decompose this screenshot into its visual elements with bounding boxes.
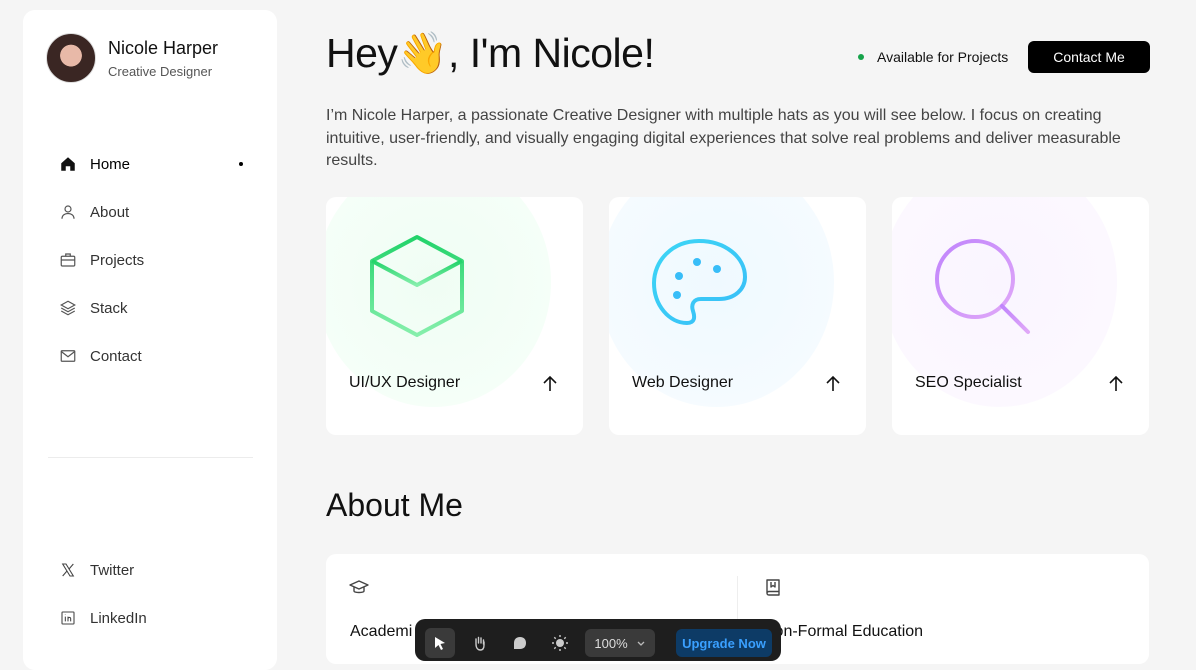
profile-name: Nicole Harper [108,37,219,58]
comment-tool-button[interactable] [505,628,535,658]
social-linkedin[interactable]: LinkedIn [58,594,243,642]
book-icon [766,579,780,596]
sidebar-item-contact[interactable]: Contact [58,332,243,380]
palette-icon [652,239,747,325]
mail-icon [58,346,78,366]
profile: Nicole Harper Creative Designer [46,33,218,83]
zoom-value: 100% [594,635,628,651]
profile-role: Creative Designer [108,63,213,79]
status-label: Available for Projects [877,49,1009,65]
service-label: SEO Specialist [915,374,1022,391]
availability-status: Available for Projects [858,49,1008,65]
avatar [46,33,96,83]
sun-icon [552,635,568,651]
sidebar-nav: Home About Projects Stack Contact [58,140,243,380]
service-card-uiux[interactable]: UI/UX Designer [326,197,583,435]
hero-title: Hey👋, I'm Nicole! [326,30,655,76]
sidebar-item-label: About [90,203,130,221]
active-indicator [239,162,243,166]
sidebar-item-label: Home [90,155,131,173]
status-dot [858,54,864,60]
editor-toolbar: 100% Upgrade Now [415,619,781,661]
contact-me-button[interactable]: Contact Me [1028,41,1150,73]
sidebar-divider [48,457,253,458]
social-label: Twitter [90,561,135,579]
arrow-up-icon [543,375,557,391]
sidebar-item-label: Stack [90,299,128,317]
sidebar-item-stack[interactable]: Stack [58,284,243,332]
social-links: Twitter LinkedIn [58,546,243,642]
service-card-web[interactable]: Web Designer [609,197,866,435]
about-title: About Me [326,487,463,523]
service-label: Web Designer [632,374,734,391]
social-twitter[interactable]: Twitter [58,546,243,594]
sidebar-item-home[interactable]: Home [58,140,243,188]
sidebar-item-about[interactable]: About [58,188,243,236]
about-column-title: Non-Formal Education [763,623,924,640]
theme-toggle-button[interactable] [545,628,575,658]
briefcase-icon [58,250,78,270]
select-tool-button[interactable] [425,628,455,658]
sidebar-item-label: Contact [90,347,142,365]
service-label: UI/UX Designer [349,374,461,391]
home-icon [58,154,78,174]
layers-icon [58,298,78,318]
arrow-up-icon [826,375,840,391]
chevron-down-icon [637,641,645,646]
linkedin-icon [58,608,78,628]
social-label: LinkedIn [90,609,147,627]
user-icon [58,202,78,222]
sidebar: Nicole Harper Creative Designer Home Abo… [23,10,277,670]
intro-text: I’m Nicole Harper, a passionate Creative… [326,107,1121,169]
wave-emoji: 👋 [397,30,448,76]
cube-icon [370,235,464,337]
magnifier-icon [935,239,1030,334]
x-icon [58,560,78,580]
upgrade-now-button[interactable]: Upgrade Now [676,629,772,657]
zoom-select[interactable]: 100% [585,629,655,657]
service-card-seo[interactable]: SEO Specialist [892,197,1149,435]
sidebar-item-projects[interactable]: Projects [58,236,243,284]
hand-tool-button[interactable] [465,628,495,658]
arrow-up-icon [1109,375,1123,391]
graduation-cap-icon [349,580,369,594]
about-column-title: Academi [350,623,413,640]
sidebar-item-label: Projects [90,251,145,269]
